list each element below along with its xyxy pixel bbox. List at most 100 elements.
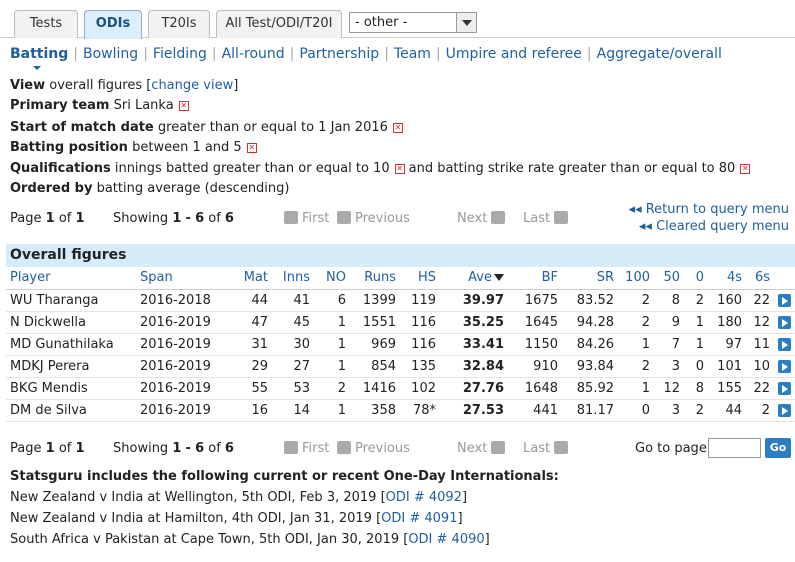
table-cell: 47 xyxy=(232,311,272,334)
table-cell: 155 xyxy=(708,377,746,400)
col-inns[interactable]: Inns xyxy=(272,267,314,290)
chevron-down-icon[interactable] xyxy=(456,13,476,32)
match-item: New Zealand v India at Wellington, 5th O… xyxy=(10,490,468,505)
remove-icon[interactable]: ✕ xyxy=(394,163,405,174)
col-mat[interactable]: Mat xyxy=(232,267,272,290)
row-details-button[interactable] xyxy=(774,289,795,312)
row-details-button[interactable] xyxy=(774,311,795,334)
col-hs[interactable]: HS xyxy=(400,267,440,290)
remove-icon[interactable]: ✕ xyxy=(246,142,257,153)
col-runs[interactable]: Runs xyxy=(350,267,400,290)
odi-link[interactable]: ODI # 4091 xyxy=(381,511,457,526)
col-4s[interactable]: 4s xyxy=(708,267,746,290)
nav-umpire[interactable]: Umpire and referee xyxy=(446,46,582,62)
tab-all-formats[interactable]: All Test/ODI/T20I xyxy=(216,10,342,38)
table-cell: 22 xyxy=(746,377,774,400)
query-position: Batting position between 1 and 5 ✕ xyxy=(10,140,257,155)
table-cell: 3 xyxy=(654,355,684,378)
go-button[interactable]: Go xyxy=(765,438,791,458)
table-cell: 180 xyxy=(708,311,746,334)
nav-partnership[interactable]: Partnership xyxy=(299,46,379,62)
player-name-cell[interactable]: BKG Mendis xyxy=(6,377,136,400)
table-title: Overall figures xyxy=(6,244,795,267)
first-page-button[interactable]: First xyxy=(284,441,329,456)
table-cell: 83.52 xyxy=(562,289,618,312)
table-cell: 1 xyxy=(618,377,654,400)
tab-t20is[interactable]: T20Is xyxy=(148,10,210,38)
last-page-button[interactable]: Last xyxy=(523,211,569,226)
odi-link[interactable]: ODI # 4090 xyxy=(408,532,484,547)
query-view: View overall figures [change view] xyxy=(10,78,239,93)
table-cell: 2 xyxy=(314,377,350,400)
next-icon xyxy=(491,441,506,454)
previous-page-button[interactable]: Previous xyxy=(337,441,410,456)
nav-all-round[interactable]: All-round xyxy=(222,46,285,62)
query-team: Primary team Sri Lanka ✕ xyxy=(10,98,189,113)
previous-page-button[interactable]: Previous xyxy=(337,211,410,226)
player-name-cell[interactable]: DM de Silva xyxy=(6,399,136,422)
col-player[interactable]: Player xyxy=(6,267,136,290)
cleared-icon: ◂◂ xyxy=(638,219,657,234)
play-icon[interactable] xyxy=(778,403,791,417)
table-cell: 1 xyxy=(314,333,350,356)
showing-indicator: Showing 1 - 6 of 6 xyxy=(113,441,234,456)
next-page-button[interactable]: Next xyxy=(457,211,506,226)
table-cell: 1551 xyxy=(350,311,400,334)
table-cell: 85.92 xyxy=(562,377,618,400)
player-name-cell[interactable]: N Dickwella xyxy=(6,311,136,334)
play-icon[interactable] xyxy=(778,315,791,329)
col-100[interactable]: 100 xyxy=(618,267,654,290)
nav-batting[interactable]: Batting xyxy=(10,46,68,70)
nav-bowling[interactable]: Bowling xyxy=(83,46,138,62)
table-cell: 2 xyxy=(618,289,654,312)
tab-odis[interactable]: ODIs xyxy=(84,10,142,39)
player-name-cell[interactable]: MD Gunathilaka xyxy=(6,333,136,356)
col-50[interactable]: 50 xyxy=(654,267,684,290)
cleared-query-link[interactable]: ◂◂ Cleared query menu xyxy=(639,219,789,234)
table-cell: 12 xyxy=(654,377,684,400)
next-page-button[interactable]: Next xyxy=(457,441,506,456)
row-details-button[interactable] xyxy=(774,355,795,378)
table-cell: 22 xyxy=(746,289,774,312)
table-row: MD Gunathilaka 2016-2019 31 30 1 969 116 33.41 1… xyxy=(6,333,795,356)
tab-tests[interactable]: Tests xyxy=(14,10,78,38)
first-page-button[interactable]: First xyxy=(284,211,329,226)
table-cell: 27 xyxy=(272,355,314,378)
player-name-cell[interactable]: WU Tharanga xyxy=(6,289,136,312)
play-icon[interactable] xyxy=(778,293,791,307)
last-page-button[interactable]: Last xyxy=(523,441,569,456)
table-cell: 78* xyxy=(400,399,440,422)
table-row: MDKJ Perera 2016-2019 29 27 1 854 135 32.84 910 9… xyxy=(6,355,795,378)
table-cell: 854 xyxy=(350,355,400,378)
goto-page-input[interactable] xyxy=(708,438,761,458)
player-name-cell[interactable]: MDKJ Perera xyxy=(6,355,136,378)
col-bf[interactable]: BF xyxy=(508,267,562,290)
remove-icon[interactable]: ✕ xyxy=(392,122,403,133)
remove-icon[interactable]: ✕ xyxy=(740,163,751,174)
table-cell: 30 xyxy=(272,333,314,356)
play-icon[interactable] xyxy=(778,337,791,351)
nav-fielding[interactable]: Fielding xyxy=(153,46,207,62)
row-details-button[interactable] xyxy=(774,377,795,400)
play-icon[interactable] xyxy=(778,359,791,373)
col-no[interactable]: NO xyxy=(314,267,350,290)
odi-link[interactable]: ODI # 4092 xyxy=(386,490,462,505)
table-cell: 1675 xyxy=(508,289,562,312)
table-cell: 2 xyxy=(684,289,708,312)
nav-aggregate[interactable]: Aggregate/overall xyxy=(597,46,722,62)
change-view-link[interactable]: change view xyxy=(151,78,233,93)
play-icon[interactable] xyxy=(778,381,791,395)
row-details-button[interactable] xyxy=(774,399,795,422)
col-span[interactable]: Span xyxy=(136,267,232,290)
row-details-button[interactable] xyxy=(774,333,795,356)
table-cell: 358 xyxy=(350,399,400,422)
col-6s[interactable]: 6s xyxy=(746,267,774,290)
col-ave[interactable]: Ave xyxy=(440,267,508,290)
col-0[interactable]: 0 xyxy=(684,267,708,290)
return-query-link[interactable]: ◂◂ Return to query menu xyxy=(629,202,789,217)
other-format-select[interactable]: - other - xyxy=(349,12,477,33)
remove-icon[interactable]: ✕ xyxy=(178,100,189,111)
results-table: Player Span Mat Inns NO Runs HS Ave BF S… xyxy=(6,267,795,422)
nav-team[interactable]: Team xyxy=(394,46,431,62)
col-sr[interactable]: SR xyxy=(562,267,618,290)
